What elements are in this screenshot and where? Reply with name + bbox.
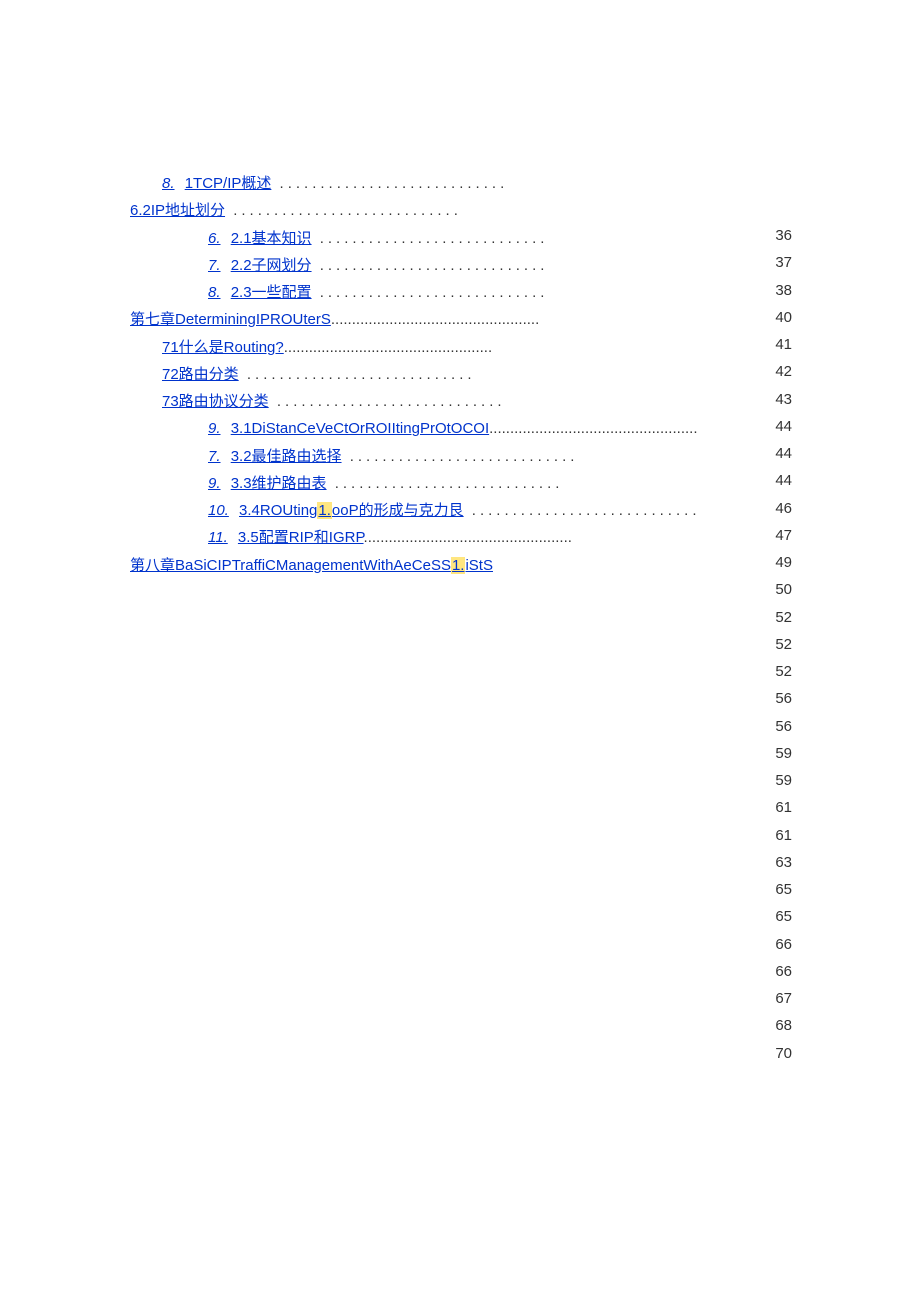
toc-leader-dots: ........................................…: [331, 311, 539, 328]
toc-leader-dots: ............................: [342, 448, 579, 465]
toc-leader-dots: ............................: [225, 202, 462, 219]
page-number: 41: [775, 333, 792, 356]
toc-link[interactable]: 第七章DeterminingIPROUterS: [130, 311, 331, 328]
page-number: 67: [775, 987, 792, 1010]
toc-entry: 8. 2.3一些配置 ............................: [130, 281, 690, 304]
toc-leader-dots: ........................................…: [364, 529, 572, 546]
page-number: 52: [775, 660, 792, 683]
page-number: 59: [775, 742, 792, 765]
toc-link[interactable]: 2.3一些配置: [231, 284, 312, 301]
page-number: 66: [775, 933, 792, 956]
toc-leader-dots: ........................................…: [489, 420, 697, 437]
page-number: 66: [775, 960, 792, 983]
toc-entry: 第八章BaSiCIPTraffiCManagementWithAeCeSS1.i…: [130, 554, 690, 577]
page-number: 44: [775, 469, 792, 492]
page-number: 68: [775, 1014, 792, 1037]
toc-leader-dots: ............................: [239, 366, 476, 383]
toc-leader-dots: ........................................…: [284, 339, 492, 356]
page-number: 52: [775, 606, 792, 629]
toc-entry: 73路由协议分类 ............................: [130, 390, 690, 413]
toc-number: 6.: [208, 230, 221, 247]
page-number: 43: [775, 388, 792, 411]
toc-entry: 11. 3.5配置RIP和IGRP.......................…: [130, 526, 690, 549]
toc-number: 9.: [208, 420, 221, 437]
toc-entry: 8. 1TCP/IP概述 ...........................…: [130, 172, 690, 195]
highlight: 1.: [451, 557, 466, 574]
toc-leader-dots: ............................: [327, 475, 564, 492]
toc-link[interactable]: 1TCP/IP概述: [185, 175, 272, 192]
toc-leader-dots: ............................: [312, 257, 549, 274]
page-number: 37: [775, 251, 792, 274]
toc-link[interactable]: 71什么是Routing?: [162, 339, 284, 356]
document-page: 8. 1TCP/IP概述 ...........................…: [0, 0, 920, 1301]
toc-entry: 9. 3.3维护路由表 ............................: [130, 472, 690, 495]
highlight: 1.: [317, 502, 332, 519]
page-number: 65: [775, 878, 792, 901]
table-of-contents: 8. 1TCP/IP概述 ...........................…: [130, 168, 690, 581]
page-number: 38: [775, 279, 792, 302]
toc-link[interactable]: 3.3维护路由表: [231, 475, 327, 492]
page-number: 52: [775, 633, 792, 656]
toc-entry: 7. 3.2最佳路由选择 ...........................…: [130, 445, 690, 468]
page-number: 49: [775, 551, 792, 574]
page-number: 61: [775, 824, 792, 847]
toc-leader-dots: ............................: [312, 230, 549, 247]
toc-number: 11.: [208, 529, 228, 546]
toc-number: 7.: [208, 448, 221, 465]
toc-entry: 71什么是Routing?...........................…: [130, 336, 690, 359]
toc-link[interactable]: 2.2子网划分: [231, 257, 312, 274]
toc-leader-dots: ............................: [312, 284, 549, 301]
toc-leader-dots: ............................: [269, 393, 506, 410]
toc-entry: 72路由分类 ............................: [130, 363, 690, 386]
page-number: 40: [775, 306, 792, 329]
toc-number: 9.: [208, 475, 221, 492]
page-number: 36: [775, 224, 792, 247]
page-number: 56: [775, 715, 792, 738]
toc-number: 10.: [208, 502, 229, 519]
toc-link[interactable]: 2.1基本知识: [231, 230, 312, 247]
toc-number: 8.: [162, 175, 175, 192]
toc-link[interactable]: 73路由协议分类: [162, 393, 269, 410]
toc-link[interactable]: 3.5配置RIP和IGRP: [238, 529, 364, 546]
page-number: 47: [775, 524, 792, 547]
toc-link[interactable]: 72路由分类: [162, 366, 239, 383]
toc-entry: 9. 3.1DiStanCeVeCtOrROIItingPrOtOCOI....…: [130, 417, 690, 440]
toc-entry: 7. 2.2子网划分 ............................: [130, 254, 690, 277]
toc-entry: 6.2IP地址划分 ............................: [130, 199, 690, 222]
page-number: 70: [775, 1042, 792, 1065]
toc-link[interactable]: 3.1DiStanCeVeCtOrROIItingPrOtOCOI: [231, 420, 489, 437]
toc-entry: 10. 3.4ROUting1.ooP的形成与克力艮 .............…: [130, 499, 690, 522]
toc-link[interactable]: 3.4ROUting1.ooP的形成与克力艮: [239, 502, 464, 519]
page-number: 63: [775, 851, 792, 874]
toc-leader-dots: ............................: [271, 175, 508, 192]
toc-number: 8.: [208, 284, 221, 301]
page-number: 44: [775, 442, 792, 465]
page-number: 61: [775, 796, 792, 819]
toc-number: 7.: [208, 257, 221, 274]
page-number: 56: [775, 687, 792, 710]
toc-link[interactable]: 第八章BaSiCIPTraffiCManagementWithAeCeSS1.i…: [130, 557, 493, 574]
page-number-column: 36 37 38 40 41 42 43 44 44 44 46 47 49 50 52 52 52 56 56 59…: [775, 220, 792, 1069]
page-number: 65: [775, 905, 792, 928]
page-number: 46: [775, 497, 792, 520]
toc-entry: 6. 2.1基本知识 ............................: [130, 227, 690, 250]
page-number: 42: [775, 360, 792, 383]
toc-link[interactable]: 3.2最佳路由选择: [231, 448, 342, 465]
page-number: 50: [775, 578, 792, 601]
page-number: 59: [775, 769, 792, 792]
toc-leader-dots: ............................: [464, 502, 701, 519]
toc-entry: 第七章DeterminingIPROUterS.................…: [130, 308, 690, 331]
page-number: 44: [775, 415, 792, 438]
toc-link[interactable]: 6.2IP地址划分: [130, 202, 225, 219]
